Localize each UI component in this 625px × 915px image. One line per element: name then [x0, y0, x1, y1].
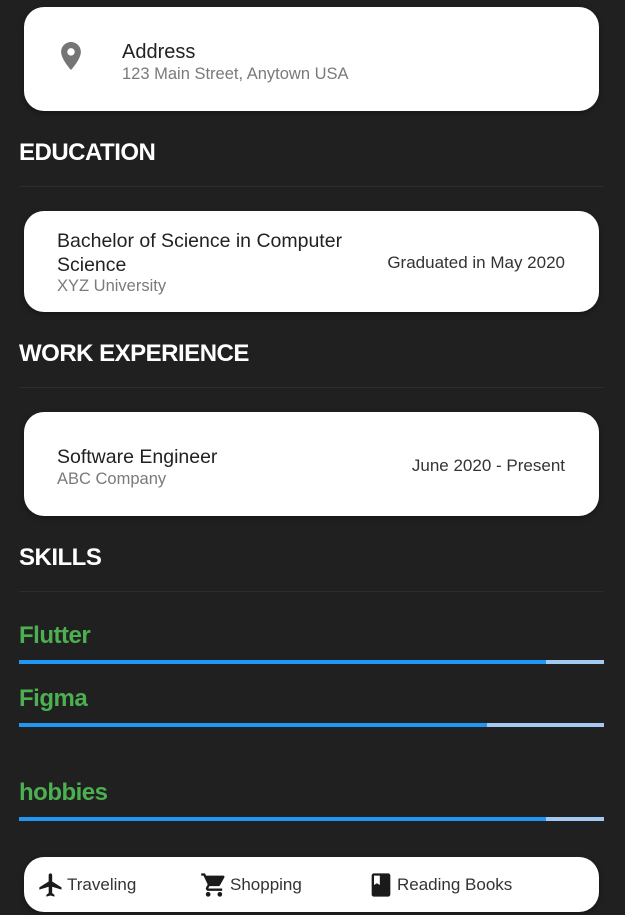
divider: [19, 186, 604, 187]
hobby-label: Reading Books: [397, 875, 513, 894]
work-experience-heading: WORK EXPERIENCE: [19, 340, 249, 367]
skill-progress-bar: [19, 817, 604, 821]
resume-page: Address 123 Main Street, Anytown USA EDU…: [0, 0, 625, 915]
school-name: XYZ University: [57, 277, 167, 295]
address-label: Address: [122, 41, 196, 63]
hobby-label: Shopping: [230, 875, 302, 894]
education-card: Bachelor of Science in Computer Science …: [24, 211, 599, 312]
skill-name-figma: Figma: [19, 685, 88, 712]
skill-progress-fill: [19, 723, 487, 727]
skill-progress-bar: [19, 660, 604, 664]
divider: [19, 591, 604, 592]
skill-name-hobbies: hobbies: [19, 779, 108, 806]
airplane-icon: [39, 873, 62, 897]
graduation-date: Graduated in May 2020: [387, 253, 565, 272]
skill-progress-fill: [19, 817, 546, 821]
hobby-traveling: Traveling: [37, 871, 136, 899]
skills-heading: SKILLS: [19, 544, 102, 571]
education-heading: EDUCATION: [19, 139, 156, 166]
job-title: Software Engineer: [57, 446, 218, 468]
address-card: Address 123 Main Street, Anytown USA: [24, 7, 599, 111]
hobbies-card: Traveling Shopping Reading Books: [24, 857, 599, 912]
address-value: 123 Main Street, Anytown USA: [122, 65, 349, 83]
shopping-cart-icon: [201, 873, 225, 897]
book-icon: [371, 873, 391, 897]
hobby-label: Traveling: [67, 875, 137, 894]
skill-progress-fill: [19, 660, 546, 664]
work-dates: June 2020 - Present: [411, 456, 565, 475]
skill-progress-bar: [19, 723, 604, 727]
company-name: ABC Company: [57, 470, 167, 488]
skill-name-flutter: Flutter: [19, 622, 91, 649]
divider: [19, 387, 604, 388]
hobby-shopping: Shopping: [200, 871, 302, 899]
location-pin-icon: [61, 42, 81, 70]
degree-title: Bachelor of Science in Computer Science: [57, 230, 343, 276]
hobby-reading-books: Reading Books: [367, 871, 512, 899]
work-card: Software Engineer ABC Company June 2020 …: [24, 412, 599, 516]
